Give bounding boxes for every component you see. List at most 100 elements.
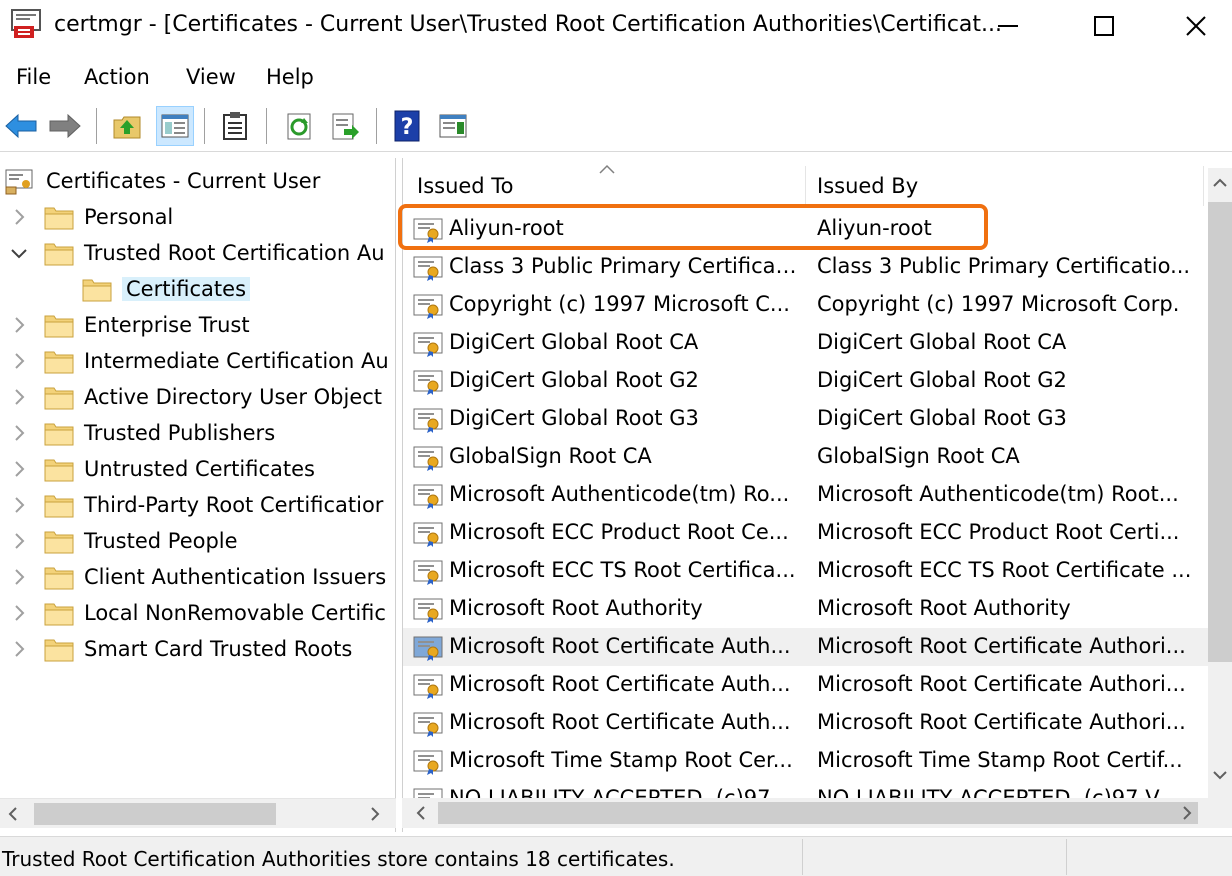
cell-issued-by: Aliyun-root	[817, 216, 932, 240]
table-row[interactable]: Microsoft Root Certificate Auth... Micros…	[403, 704, 1209, 742]
chevron-right-icon[interactable]	[10, 352, 28, 370]
menu-action[interactable]: Action	[84, 65, 150, 89]
table-row[interactable]: DigiCert Global Root G2 DigiCert Global R…	[403, 362, 1209, 400]
table-row[interactable]: Microsoft Root Certificate Auth... Micros…	[403, 666, 1209, 704]
table-row[interactable]: Aliyun-root Aliyun-root	[403, 210, 1209, 248]
tree-item[interactable]: Local NonRemovable Certific	[15, 596, 386, 630]
close-button[interactable]	[1150, 0, 1232, 52]
menu-help[interactable]: Help	[266, 65, 314, 89]
chevron-right-icon[interactable]	[10, 388, 28, 406]
tree-item[interactable]: Active Directory User Object	[15, 380, 382, 414]
tree-root-label: Certificates - Current User	[46, 169, 321, 193]
cell-issued-to: DigiCert Global Root G3	[449, 406, 699, 430]
properties-button[interactable]	[216, 106, 254, 146]
chevron-right-icon[interactable]	[10, 496, 28, 514]
forward-button[interactable]	[46, 106, 84, 146]
tree-item[interactable]: Trusted People	[15, 524, 238, 558]
cell-issued-by: Microsoft Root Certificate Authori...	[817, 634, 1186, 658]
column-issued-to[interactable]: Issued To	[417, 164, 513, 208]
menu-view[interactable]: View	[186, 65, 236, 89]
show-hide-tree-button[interactable]	[156, 106, 194, 146]
cell-issued-to: Microsoft ECC Product Root Ce...	[449, 520, 789, 544]
minimize-button[interactable]	[962, 0, 1054, 52]
tree-item-label: Untrusted Certificates	[84, 457, 315, 481]
table-row[interactable]: Microsoft Root Certificate Auth... Micros…	[403, 628, 1209, 666]
chevron-down-icon[interactable]	[10, 244, 28, 262]
tree-item[interactable]: Untrusted Certificates	[15, 452, 315, 486]
tree-item[interactable]: Certificates	[82, 272, 251, 306]
help-button[interactable]: ?	[388, 106, 426, 146]
folder-icon	[44, 423, 74, 446]
tree-item-label: Trusted Publishers	[84, 421, 276, 445]
chevron-right-icon[interactable]	[10, 424, 28, 442]
table-row[interactable]: Microsoft Root Authority Microsoft Root A…	[403, 590, 1209, 628]
tree-horizontal-scrollbar[interactable]	[0, 798, 396, 828]
up-one-level-button[interactable]	[108, 106, 146, 146]
chevron-right-icon[interactable]	[10, 208, 28, 226]
menu-file[interactable]: File	[16, 65, 51, 89]
refresh-icon	[287, 113, 311, 140]
maximize-icon	[1094, 16, 1114, 36]
tree-item[interactable]: Intermediate Certification Au	[15, 344, 389, 378]
table-row[interactable]: DigiCert Global Root CA DigiCert Global R…	[403, 324, 1209, 362]
list-horizontal-scrollbar[interactable]	[402, 798, 1232, 828]
tree-item[interactable]: Personal	[15, 200, 173, 234]
tree-item[interactable]: Trusted Root Certification Au	[11, 236, 385, 270]
back-button[interactable]	[2, 106, 40, 146]
cell-issued-by: DigiCert Global Root G2	[817, 368, 1067, 392]
scroll-left-icon	[8, 807, 17, 821]
table-row[interactable]: Microsoft ECC TS Root Certifica... Micros…	[403, 552, 1209, 590]
table-row[interactable]: Microsoft ECC Product Root Ce... Microsof…	[403, 514, 1209, 552]
maximize-button[interactable]	[1058, 0, 1150, 52]
chevron-right-icon[interactable]	[10, 604, 28, 622]
refresh-button[interactable]	[280, 106, 318, 146]
tree-item[interactable]: Third-Party Root Certificatior	[15, 488, 383, 522]
folder-icon	[44, 459, 74, 482]
chevron-right-icon[interactable]	[10, 640, 28, 658]
folder-icon	[44, 315, 74, 338]
cell-issued-to: Microsoft Root Certificate Auth...	[449, 634, 791, 658]
table-row[interactable]: Microsoft Authenticode(tm) Ro... Microsof…	[403, 476, 1209, 514]
folder-icon	[44, 351, 74, 374]
tree-item[interactable]: Client Authentication Issuers	[15, 560, 386, 594]
folder-icon	[44, 639, 74, 662]
tree-root[interactable]: Certificates - Current User	[4, 164, 320, 198]
list-scroll-thumb[interactable]	[1208, 202, 1232, 662]
table-row[interactable]: Class 3 Public Primary Certificat... Clas…	[403, 248, 1209, 286]
cell-issued-by: DigiCert Global Root G3	[817, 406, 1067, 430]
status-text: Trusted Root Certification Authorities s…	[2, 847, 675, 871]
chevron-right-icon[interactable]	[10, 532, 28, 550]
action-pane-button[interactable]	[434, 106, 472, 146]
export-list-icon	[332, 113, 359, 140]
list-hscroll-thumb[interactable]	[438, 802, 1198, 824]
scroll-right-icon	[1183, 806, 1192, 820]
table-row[interactable]: Copyright (c) 1997 Microsoft C... Copyrig…	[403, 286, 1209, 324]
chevron-right-icon[interactable]	[10, 568, 28, 586]
table-row[interactable]: Microsoft Time Stamp Root Cer... Microsof…	[403, 742, 1209, 780]
chevron-right-icon[interactable]	[10, 316, 28, 334]
tree-item[interactable]: Smart Card Trusted Roots	[15, 632, 352, 666]
cell-issued-by: Microsoft Root Certificate Authori...	[817, 672, 1186, 696]
console-tree[interactable]: Certificates - Current User Personal Trus…	[0, 158, 396, 832]
certificate-list[interactable]: Issued To Issued By Aliyun-root Aliyun-ro…	[402, 158, 1232, 832]
export-list-button[interactable]	[326, 106, 364, 146]
menu-bar: File Action View Help	[0, 56, 1232, 98]
table-row[interactable]: DigiCert Global Root G3 DigiCert Global R…	[403, 400, 1209, 438]
table-row[interactable]: GlobalSign Root CA GlobalSign Root CA	[403, 438, 1209, 476]
certificate-icon	[413, 636, 443, 661]
tree-scroll-thumb[interactable]	[34, 803, 276, 825]
tree-item-label: Trusted Root Certification Au	[84, 241, 385, 265]
action-pane-icon	[439, 114, 467, 138]
list-vertical-scrollbar[interactable]	[1208, 168, 1232, 798]
cell-issued-to: GlobalSign Root CA	[449, 444, 652, 468]
scroll-up-icon	[1213, 178, 1227, 187]
tree-item-label: Intermediate Certification Au	[84, 349, 389, 373]
show-hide-tree-icon	[161, 114, 189, 138]
column-issued-by[interactable]: Issued By	[817, 164, 918, 208]
cell-issued-to: Microsoft Root Authority	[449, 596, 703, 620]
tree-item[interactable]: Enterprise Trust	[15, 308, 250, 342]
tree-item[interactable]: Trusted Publishers	[15, 416, 276, 450]
clipboard-icon	[223, 112, 247, 140]
chevron-right-icon[interactable]	[10, 460, 28, 478]
cell-issued-by: Microsoft Time Stamp Root Certif...	[817, 748, 1183, 772]
